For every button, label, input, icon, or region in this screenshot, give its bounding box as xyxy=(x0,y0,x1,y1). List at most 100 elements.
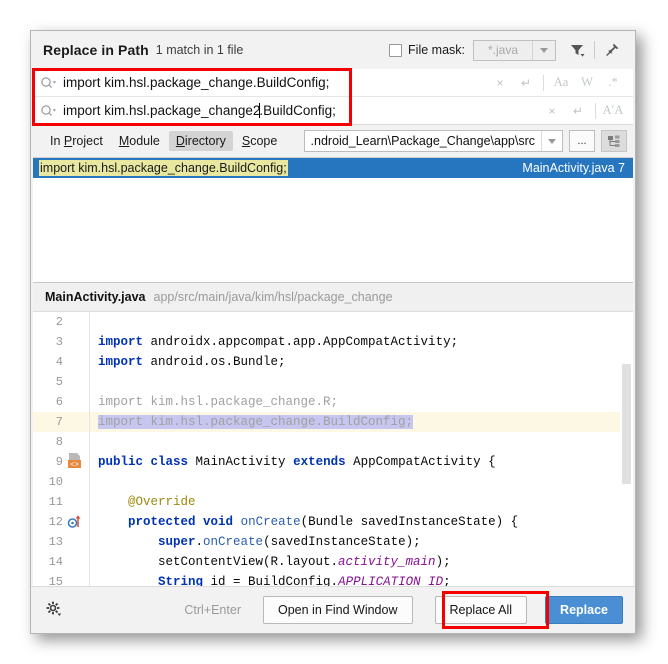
result-row[interactable]: import kim.hsl.package_change.BuildConfi… xyxy=(33,158,633,178)
sidebar-item-in-project[interactable]: In Project xyxy=(43,131,110,151)
replace-search-icon[interactable] xyxy=(33,104,63,118)
result-file-label: MainActivity.java 7 xyxy=(522,161,625,175)
project-tree-icon[interactable] xyxy=(601,130,627,152)
replace-field-row[interactable]: import kim.hsl.package_change2.BuildConf… xyxy=(33,97,633,125)
words-toggle[interactable]: W xyxy=(575,72,599,94)
gear-icon-svg xyxy=(46,601,62,616)
search-replace-fields: import kim.hsl.package_change.BuildConfi… xyxy=(31,68,635,126)
regex-toggle[interactable]: .* xyxy=(601,72,625,94)
file-mask-value: *.java xyxy=(487,43,519,57)
line-number: 9 xyxy=(55,455,63,469)
replace-history-icon[interactable]: ↵ xyxy=(566,100,590,122)
code-line: 12 protected void onCreate(Bundle savedI… xyxy=(33,512,620,532)
code-line: 3 import androidx.appcompat.app.AppCompat… xyxy=(33,332,620,352)
code-line: 7 import kim.hsl.package_change.BuildConf… xyxy=(33,412,620,432)
clear-replace-icon[interactable]: × xyxy=(540,100,564,122)
code-line: 10 xyxy=(33,472,620,492)
preserve-case-toggle[interactable]: AʹA xyxy=(601,100,625,122)
file-mask-combo[interactable]: *.java xyxy=(473,39,556,61)
svg-text:<>: <> xyxy=(70,459,79,468)
gutter-empty xyxy=(67,392,89,412)
dialog-title-bar: Replace in Path 1 match in 1 file File m… xyxy=(31,31,635,69)
gutter-empty xyxy=(67,472,89,492)
toolbar-divider xyxy=(594,41,595,59)
gutter-empty xyxy=(67,432,89,452)
line-number: 3 xyxy=(55,335,63,349)
code-line: 2 xyxy=(33,312,620,332)
line-number: 12 xyxy=(48,515,63,529)
code-line: 9 <> public class MainActivity extends App… xyxy=(33,452,620,472)
search-icon-svg xyxy=(40,76,56,88)
code-scrollbar[interactable] xyxy=(620,312,633,586)
class-marker-icon[interactable]: <> xyxy=(67,452,89,472)
line-number: 8 xyxy=(55,435,63,449)
code-text: import kim.hsl.package_change.BuildConfi… xyxy=(98,415,414,429)
replace-all-button[interactable]: Replace All xyxy=(434,596,528,624)
search-field-actions: × ↵ Aa W .* xyxy=(488,72,633,94)
gutter-empty xyxy=(67,312,89,332)
pin-icon-svg xyxy=(606,43,619,57)
sidebar-item-scope[interactable]: Scope xyxy=(235,131,284,151)
line-number: 4 xyxy=(55,355,63,369)
code-text: protected void onCreate(Bundle savedInst… xyxy=(128,515,519,529)
dialog-title: Replace in Path xyxy=(43,42,149,58)
gutter-empty xyxy=(67,532,89,552)
code-text: public class MainActivity extends AppCom… xyxy=(98,455,496,469)
code-preview[interactable]: 2 3 import androidx.appcompat.app.AppCompa… xyxy=(33,312,633,586)
gear-icon[interactable] xyxy=(45,600,65,620)
line-number: 7 xyxy=(55,415,63,429)
code-line: 4 import android.os.Bundle; xyxy=(33,352,620,372)
sidebar-item-directory[interactable]: Directory xyxy=(168,131,233,151)
file-mask-checkbox[interactable] xyxy=(389,43,403,57)
code-line: 15 String id = BuildConfig.APPLICATION_I… xyxy=(33,572,620,586)
replace-text-before-caret: import kim.hsl.package_change2 xyxy=(63,103,261,118)
directory-path-dropdown[interactable] xyxy=(541,131,562,151)
chevron-down-icon xyxy=(540,47,548,53)
code-line: 14 setContentView(R.layout.activity_main… xyxy=(33,552,620,572)
code-text: super.onCreate(savedInstanceState); xyxy=(158,535,421,549)
line-number: 15 xyxy=(48,575,63,586)
replace-input[interactable]: import kim.hsl.package_change2.BuildConf… xyxy=(63,103,540,118)
results-list[interactable]: import kim.hsl.package_change.BuildConfi… xyxy=(33,157,633,283)
code-text: String id = BuildConfig.APPLICATION_ID; xyxy=(158,575,451,586)
line-number: 10 xyxy=(48,475,63,489)
code-text: import androidx.appcompat.app.AppCompatA… xyxy=(98,335,459,349)
code-scrollbar-thumb[interactable] xyxy=(622,364,631,484)
pin-icon[interactable] xyxy=(599,37,625,63)
code-text: @Override xyxy=(128,495,196,509)
preview-file-name: MainActivity.java xyxy=(45,290,146,304)
search-input[interactable]: import kim.hsl.package_change.BuildConfi… xyxy=(63,75,488,90)
gutter-divider xyxy=(89,372,90,392)
match-count-label: 1 match in 1 file xyxy=(155,43,244,57)
code-line: 8 xyxy=(33,432,620,452)
line-number: 2 xyxy=(55,315,63,329)
gutter-empty xyxy=(67,492,89,512)
preview-file-header: MainActivity.java app/src/main/java/kim/… xyxy=(33,283,633,312)
project-tree-icon-svg xyxy=(608,135,620,147)
match-case-toggle[interactable]: Aa xyxy=(549,72,573,94)
search-history-icon[interactable]: ↵ xyxy=(514,72,538,94)
gutter-empty xyxy=(67,412,89,432)
gutter-divider xyxy=(89,312,90,332)
directory-path-combo[interactable]: .ndroid_Learn\Package_Change\app\src xyxy=(303,130,563,152)
filter-icon[interactable] xyxy=(564,37,590,63)
override-marker-icon[interactable] xyxy=(67,512,89,532)
search-icon[interactable] xyxy=(33,76,63,90)
gutter-empty xyxy=(67,352,89,372)
shortcut-hint: Ctrl+Enter xyxy=(184,603,241,617)
file-mask-dropdown-arrow[interactable] xyxy=(532,40,555,60)
open-in-find-window-button[interactable]: Open in Find Window xyxy=(262,596,413,624)
chevron-down-icon xyxy=(548,138,556,144)
file-mask-label: File mask: xyxy=(408,43,465,57)
sidebar-item-module[interactable]: Module xyxy=(112,131,167,151)
gutter-empty xyxy=(67,572,89,586)
code-lines-container[interactable]: 2 3 import androidx.appcompat.app.AppCompa… xyxy=(33,312,620,586)
clear-search-icon[interactable]: × xyxy=(488,72,512,94)
directory-path-value[interactable]: .ndroid_Learn\Package_Change\app\src xyxy=(305,131,541,151)
line-number: 6 xyxy=(55,395,63,409)
browse-directory-button[interactable]: ... xyxy=(569,130,595,152)
scope-bar: In Project Module Directory Scope .ndroi… xyxy=(31,125,635,157)
search-field-row[interactable]: import kim.hsl.package_change.BuildConfi… xyxy=(33,69,633,97)
replace-in-path-dialog: Replace in Path 1 match in 1 file File m… xyxy=(30,30,636,634)
replace-button[interactable]: Replace xyxy=(545,596,623,624)
